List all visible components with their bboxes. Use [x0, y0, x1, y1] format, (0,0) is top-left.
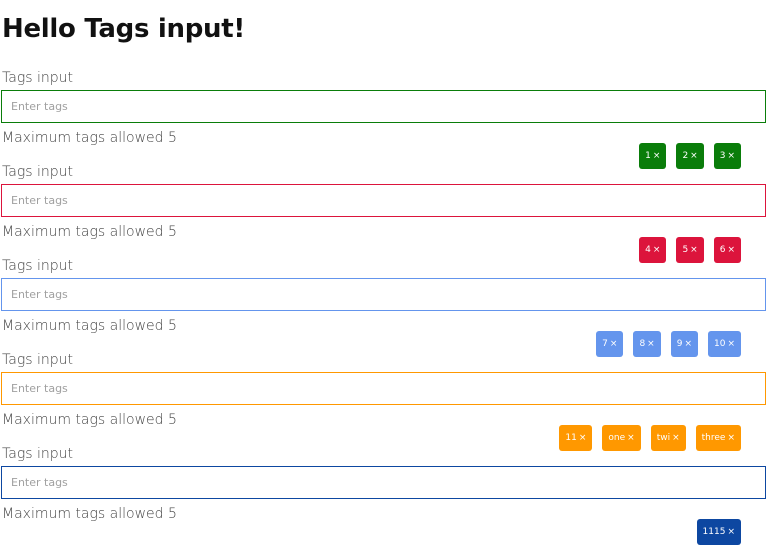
- remove-tag-icon[interactable]: ×: [610, 339, 618, 349]
- remove-tag-icon[interactable]: ×: [727, 339, 735, 349]
- tags-input-field[interactable]: [1, 278, 766, 311]
- tag-label: twi: [656, 433, 671, 443]
- remove-tag-icon[interactable]: ×: [653, 245, 661, 255]
- tag-label: 5: [682, 245, 689, 255]
- tags-input-group: Tags input Maximum tags allowed 5 4 × 5 …: [0, 164, 766, 263]
- tags-input-field[interactable]: [1, 184, 766, 217]
- tags-input-group: Tags input Maximum tags allowed 5 1115 ×: [0, 446, 766, 545]
- max-tags-label: Maximum tags allowed 5: [2, 318, 177, 334]
- tag-label: 1115: [702, 527, 726, 537]
- remove-tag-icon[interactable]: ×: [672, 433, 680, 443]
- remove-tag-icon[interactable]: ×: [690, 151, 698, 161]
- tags-input-group: Tags input Maximum tags allowed 5 1 × 2 …: [0, 70, 766, 169]
- tag-chip: 1115 ×: [696, 519, 741, 545]
- tag-label: three: [701, 433, 726, 443]
- tag-label: 3: [719, 151, 726, 161]
- tags-input-field[interactable]: [1, 372, 766, 405]
- remove-tag-icon[interactable]: ×: [727, 151, 735, 161]
- tag-label: 1: [645, 151, 651, 161]
- tags-input-group: Tags input Maximum tags allowed 5 7 × 8 …: [0, 258, 766, 357]
- tag-label: one: [608, 433, 626, 443]
- tag-label: 11: [565, 433, 577, 443]
- tag-label: 10: [714, 339, 726, 349]
- tag-label: 9: [676, 339, 683, 349]
- tags-input-label: Tags input: [2, 352, 73, 368]
- remove-tag-icon[interactable]: ×: [579, 433, 587, 443]
- tags-input-group: Tags input Maximum tags allowed 5 11 × o…: [0, 352, 766, 451]
- tag-list: 1115 ×: [696, 519, 741, 545]
- tags-input-field[interactable]: [1, 90, 766, 123]
- remove-tag-icon[interactable]: ×: [727, 527, 735, 537]
- max-tags-label: Maximum tags allowed 5: [2, 412, 177, 428]
- tags-input-field[interactable]: [1, 466, 766, 499]
- tags-input-label: Tags input: [2, 164, 73, 180]
- tag-label: 4: [645, 245, 651, 255]
- remove-tag-icon[interactable]: ×: [690, 245, 698, 255]
- max-tags-label: Maximum tags allowed 5: [2, 506, 177, 522]
- tag-label: 7: [602, 339, 608, 349]
- remove-tag-icon[interactable]: ×: [627, 433, 635, 443]
- page-title: Hello Tags input!: [2, 14, 245, 44]
- remove-tag-icon[interactable]: ×: [684, 339, 692, 349]
- tag-label: 6: [719, 245, 726, 255]
- remove-tag-icon[interactable]: ×: [727, 433, 735, 443]
- tags-input-label: Tags input: [2, 70, 73, 86]
- tag-label: 2: [682, 151, 689, 161]
- remove-tag-icon[interactable]: ×: [653, 151, 661, 161]
- max-tags-label: Maximum tags allowed 5: [2, 130, 177, 146]
- max-tags-label: Maximum tags allowed 5: [2, 224, 177, 240]
- tags-input-label: Tags input: [2, 446, 73, 462]
- remove-tag-icon[interactable]: ×: [727, 245, 735, 255]
- remove-tag-icon[interactable]: ×: [647, 339, 655, 349]
- tag-label: 8: [639, 339, 646, 349]
- tags-input-label: Tags input: [2, 258, 73, 274]
